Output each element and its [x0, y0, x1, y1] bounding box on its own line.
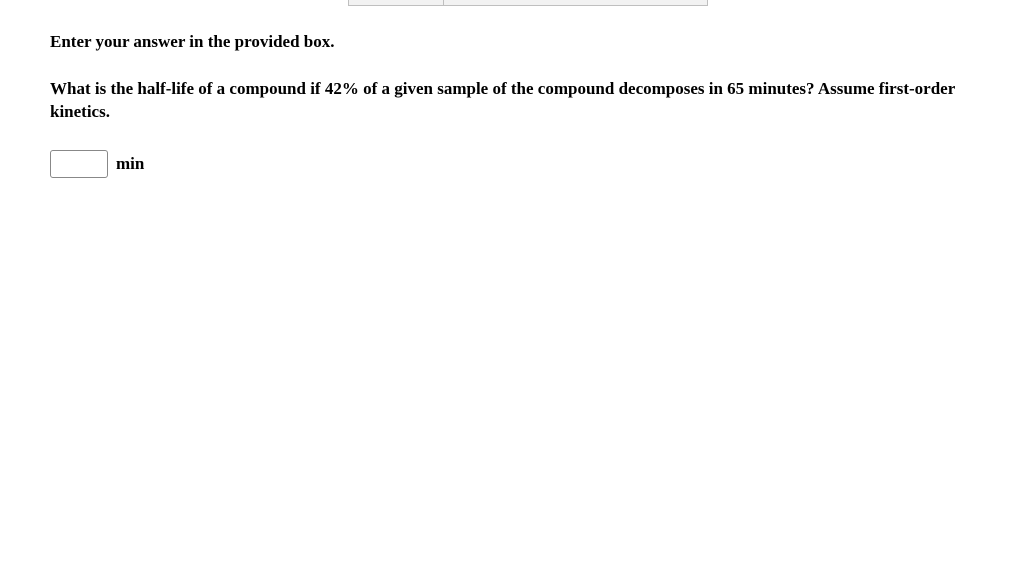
unit-label: min [116, 154, 144, 174]
top-bar-divider [443, 0, 444, 6]
top-bar-fragment [348, 0, 708, 6]
question-content: Enter your answer in the provided box. W… [0, 0, 1018, 178]
instruction-text: Enter your answer in the provided box. [50, 32, 968, 52]
answer-row: min [50, 150, 968, 178]
answer-input[interactable] [50, 150, 108, 178]
question-text: What is the half-life of a compound if 4… [50, 78, 968, 124]
